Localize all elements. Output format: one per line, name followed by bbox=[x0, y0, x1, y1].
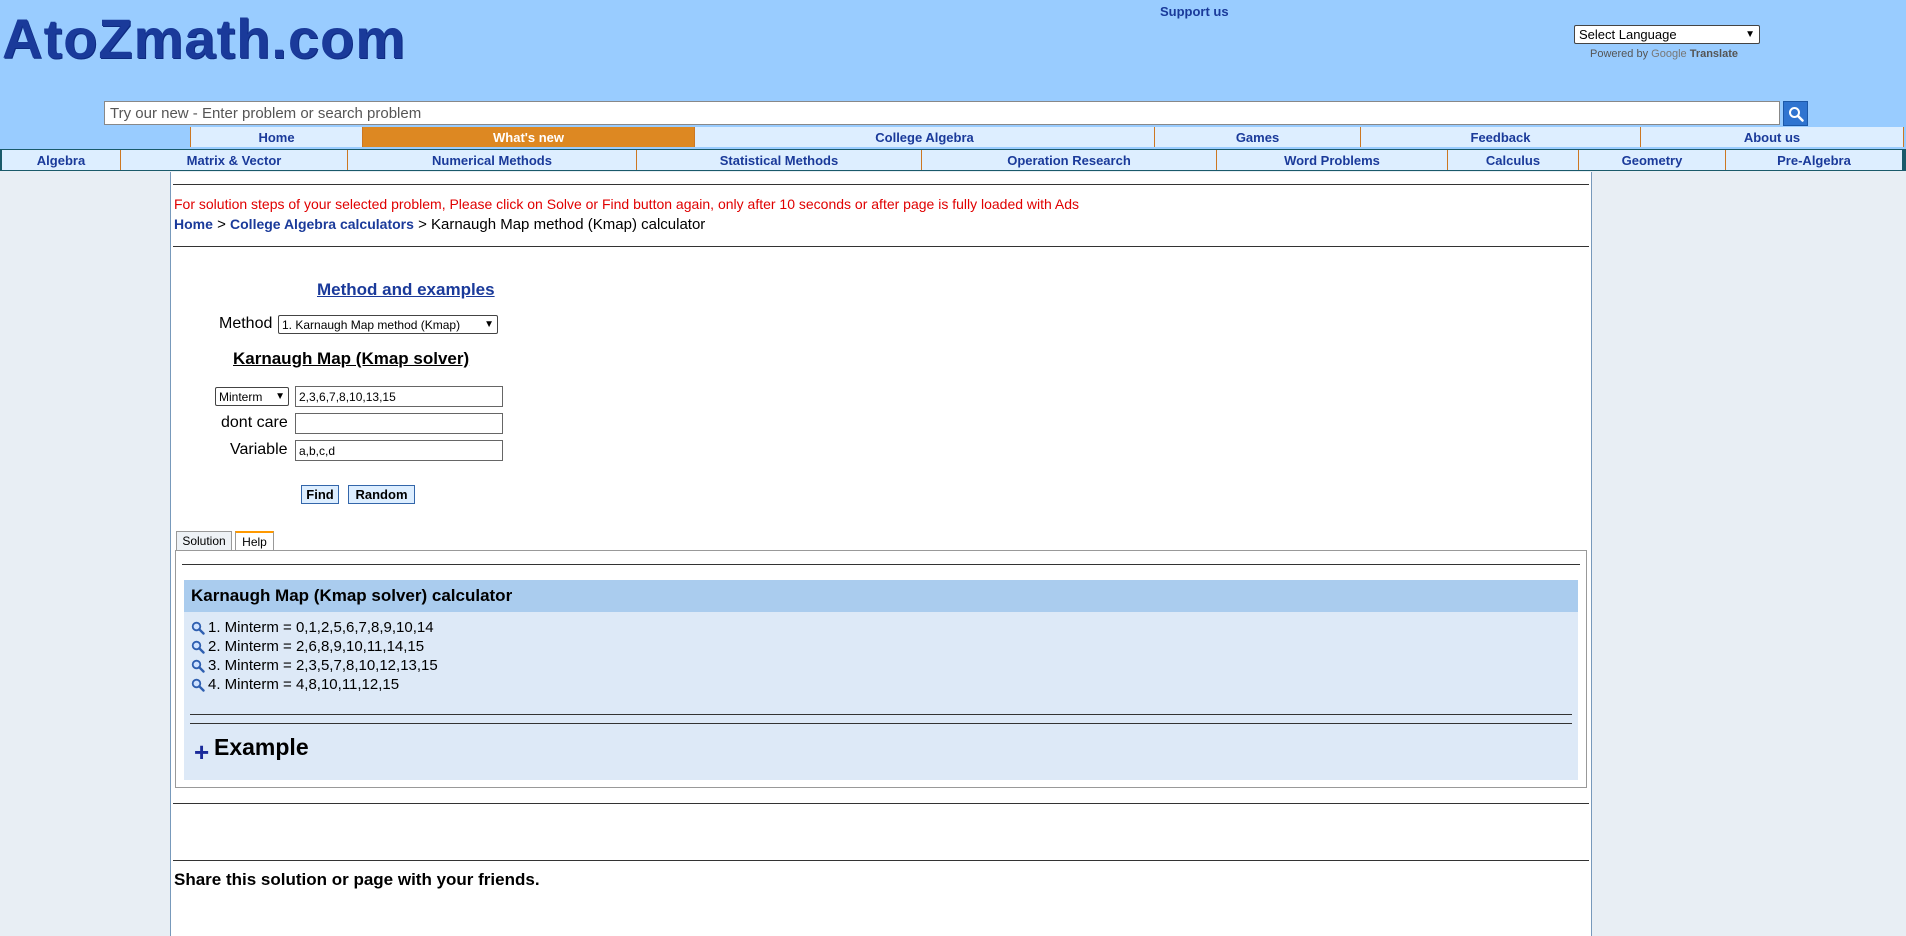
find-button[interactable]: Find bbox=[301, 485, 339, 504]
magnifier-icon bbox=[191, 678, 205, 692]
expand-plus-icon[interactable]: + bbox=[194, 737, 209, 768]
breadcrumb-college-algebra[interactable]: College Algebra calculators bbox=[230, 216, 414, 232]
breadcrumb-home[interactable]: Home bbox=[174, 216, 213, 232]
nav-whats-new[interactable]: What's new bbox=[362, 127, 694, 147]
search-button[interactable] bbox=[1783, 101, 1808, 126]
term-type-select[interactable]: Minterm ▼ bbox=[215, 387, 289, 406]
site-header: AtoZmath.com Support us Select Language … bbox=[0, 0, 1906, 150]
example-text: 2. Minterm = 2,6,8,9,10,11,14,15 bbox=[208, 638, 425, 655]
subnav-geometry[interactable]: Geometry bbox=[1579, 150, 1726, 170]
divider bbox=[173, 803, 1589, 804]
breadcrumb-separator: > bbox=[217, 216, 226, 233]
divider bbox=[190, 723, 1572, 724]
breadcrumb: Home > College Algebra calculators > Kar… bbox=[174, 216, 705, 233]
divider bbox=[173, 246, 1589, 247]
chevron-down-icon: ▼ bbox=[484, 319, 494, 330]
notice-text: For solution steps of your selected prob… bbox=[174, 196, 1080, 212]
share-heading: Share this solution or page with your fr… bbox=[174, 870, 540, 889]
subnav-calculus[interactable]: Calculus bbox=[1448, 150, 1579, 170]
method-label: Method bbox=[219, 315, 273, 332]
nav-feedback[interactable]: Feedback bbox=[1360, 127, 1640, 147]
search-icon bbox=[1788, 106, 1804, 122]
support-us-link[interactable]: Support us bbox=[1160, 4, 1229, 19]
example-item[interactable]: 1. Minterm = 0,1,2,5,6,7,8,9,10,14 bbox=[191, 619, 434, 636]
main-nav: Home What's new College Algebra Games Fe… bbox=[190, 127, 1904, 147]
divider bbox=[173, 184, 1589, 185]
search-input[interactable] bbox=[105, 102, 1779, 124]
breadcrumb-current: Karnaugh Map method (Kmap) calculator bbox=[431, 216, 706, 233]
divider bbox=[182, 564, 1580, 565]
help-title: Karnaugh Map (Kmap solver) calculator bbox=[184, 580, 1578, 612]
example-item[interactable]: 4. Minterm = 4,8,10,11,12,15 bbox=[191, 676, 399, 693]
example-item[interactable]: 3. Minterm = 2,3,5,7,8,10,12,13,15 bbox=[191, 657, 438, 674]
subnav-numerical-methods[interactable]: Numerical Methods bbox=[348, 150, 637, 170]
translate-link[interactable]: Translate bbox=[1690, 48, 1738, 60]
nav-college-algebra[interactable]: College Algebra bbox=[694, 127, 1154, 147]
random-button[interactable]: Random bbox=[348, 485, 415, 504]
powered-by-translate: Powered by Google Translate bbox=[1590, 48, 1738, 60]
example-item[interactable]: 2. Minterm = 2,6,8,9,10,11,14,15 bbox=[191, 638, 424, 655]
nav-home[interactable]: Home bbox=[190, 127, 362, 147]
magnifier-icon bbox=[191, 640, 205, 654]
subnav-word-problems[interactable]: Word Problems bbox=[1217, 150, 1448, 170]
subnav-statistical-methods[interactable]: Statistical Methods bbox=[637, 150, 922, 170]
subnav-algebra[interactable]: Algebra bbox=[2, 150, 121, 170]
divider bbox=[190, 714, 1572, 715]
minterm-input[interactable] bbox=[295, 386, 503, 407]
example-text: 4. Minterm = 4,8,10,11,12,15 bbox=[208, 676, 400, 693]
nav-about-us[interactable]: About us bbox=[1640, 127, 1904, 147]
method-select[interactable]: 1. Karnaugh Map method (Kmap) ▼ bbox=[278, 315, 498, 334]
tab-help[interactable]: Help bbox=[235, 531, 274, 550]
variable-input[interactable] bbox=[295, 440, 503, 461]
chevron-down-icon: ▼ bbox=[275, 391, 285, 402]
dont-care-input[interactable] bbox=[295, 413, 503, 434]
divider bbox=[173, 860, 1589, 861]
help-examples: 1. Minterm = 0,1,2,5,6,7,8,9,10,14 2. Mi… bbox=[184, 612, 1578, 780]
tab-solution[interactable]: Solution bbox=[176, 531, 232, 550]
dont-care-label: dont care bbox=[221, 414, 288, 431]
google-logo: Google bbox=[1651, 48, 1687, 60]
sub-nav: Algebra Matrix & Vector Numerical Method… bbox=[0, 149, 1906, 171]
subnav-operation-research[interactable]: Operation Research bbox=[922, 150, 1217, 170]
example-text: 1. Minterm = 0,1,2,5,6,7,8,9,10,14 bbox=[208, 619, 434, 636]
language-select[interactable]: Select Language ▼ bbox=[1574, 25, 1760, 44]
site-logo[interactable]: AtoZmath.com bbox=[2, 6, 406, 71]
term-type-value: Minterm bbox=[219, 389, 263, 404]
kmap-title: Karnaugh Map (Kmap solver) bbox=[233, 349, 470, 368]
subnav-matrix-vector[interactable]: Matrix & Vector bbox=[121, 150, 348, 170]
breadcrumb-separator: > bbox=[418, 216, 427, 233]
method-and-examples-link[interactable]: Method and examples bbox=[317, 280, 495, 300]
magnifier-icon bbox=[191, 659, 205, 673]
powered-prefix: Powered by bbox=[1590, 48, 1649, 60]
example-text: 3. Minterm = 2,3,5,7,8,10,12,13,15 bbox=[208, 657, 438, 674]
nav-games[interactable]: Games bbox=[1154, 127, 1360, 147]
magnifier-icon bbox=[191, 621, 205, 635]
chevron-down-icon: ▼ bbox=[1745, 29, 1755, 40]
subnav-pre-algebra[interactable]: Pre-Algebra bbox=[1726, 150, 1902, 170]
language-select-value: Select Language bbox=[1579, 27, 1677, 42]
main-content: For solution steps of your selected prob… bbox=[170, 172, 1592, 936]
example-heading[interactable]: Example bbox=[214, 734, 309, 761]
search-box bbox=[104, 101, 1780, 125]
method-select-value: 1. Karnaugh Map method (Kmap) bbox=[282, 317, 461, 332]
variable-label: Variable bbox=[230, 441, 288, 458]
